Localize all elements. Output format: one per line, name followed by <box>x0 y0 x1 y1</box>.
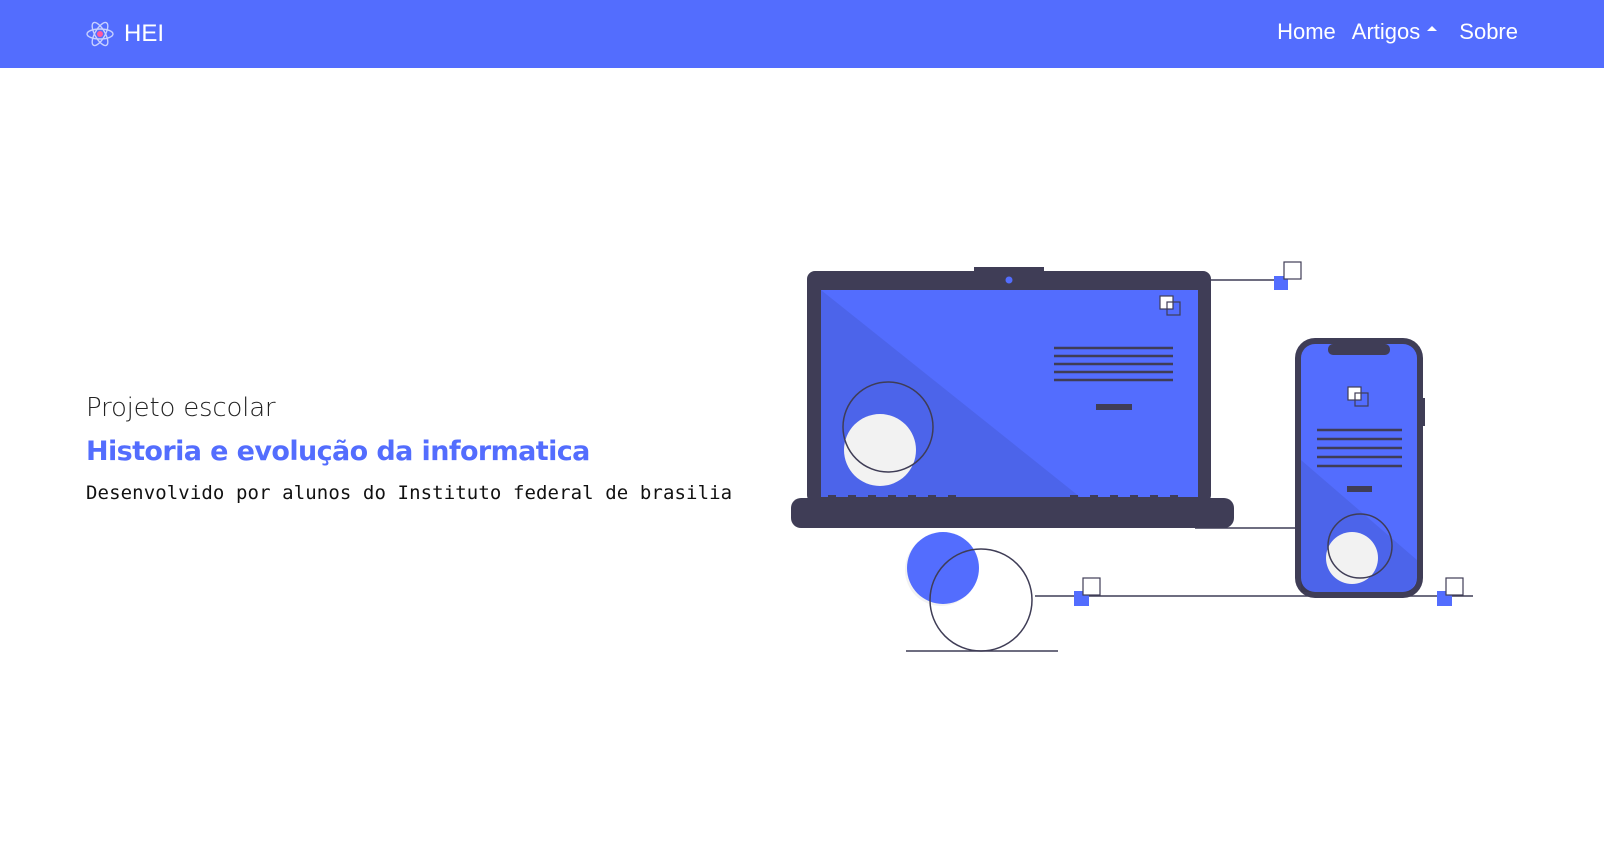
brand-text: HEI <box>124 20 165 47</box>
devices-illustration <box>791 261 1473 652</box>
hero-section: Projeto escolar Historia e evolução da i… <box>86 390 766 508</box>
navbar: HEI Home Artigos Sobre <box>0 0 1604 68</box>
smartphone-icon <box>1295 338 1425 598</box>
nav-artigos-label: Artigos <box>1351 19 1421 44</box>
hero-title: Historia e evolução da informatica <box>86 436 590 467</box>
caret-up-icon <box>1427 25 1438 31</box>
nav-sobre[interactable]: Sobre <box>1451 15 1526 49</box>
brand-link[interactable]: HEI <box>84 16 164 52</box>
laptop-icon <box>791 267 1234 528</box>
hero-subtitle: Desenvolvido por alunos do Instituto fed… <box>86 482 733 504</box>
decorative-circles <box>905 532 1033 652</box>
hero-eyebrow: Projeto escolar <box>86 393 276 423</box>
nav-artigos-dropdown[interactable]: Artigos <box>1344 15 1445 49</box>
nav-home[interactable]: Home <box>1269 15 1344 49</box>
atom-icon <box>86 21 114 47</box>
main-nav: Home Artigos Sobre <box>1269 14 1526 50</box>
